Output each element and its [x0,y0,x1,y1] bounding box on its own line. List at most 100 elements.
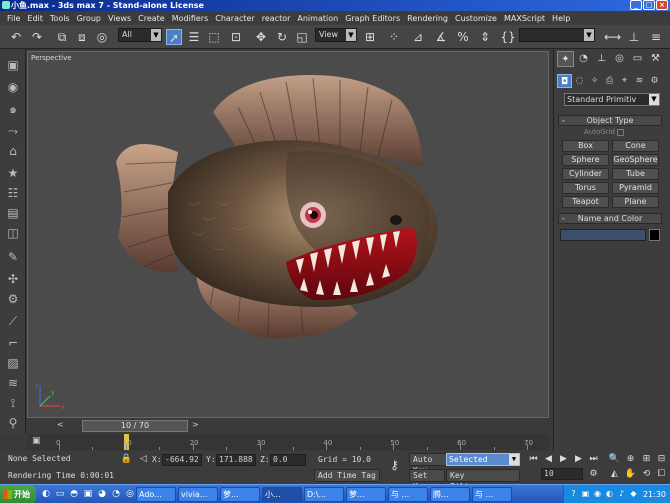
geometry-icon[interactable]: ◘ [557,74,572,88]
utilities-tab-icon[interactable]: ⚒ [647,51,664,67]
time-slider[interactable]: < 10 / 70 > [27,419,549,433]
swirl-tool-icon[interactable]: ๑ [5,101,21,117]
transform-mode-icon[interactable]: ◁ [137,453,150,465]
start-button[interactable]: 开始 [0,485,36,503]
bend-tool-icon[interactable]: ⤳ [5,123,21,139]
hammer-tool-icon[interactable]: ⌐ [5,335,21,351]
rectangular-selection-icon[interactable]: ⬚ [206,29,222,45]
zoom-all-icon[interactable]: ⊕ [624,453,637,465]
redo-icon[interactable]: ↷ [29,29,45,45]
menu-animation[interactable]: Animation [294,14,342,23]
menu-rendering[interactable]: Rendering [404,14,452,23]
close-button[interactable]: × [656,0,668,10]
menu-edit[interactable]: Edit [24,14,47,23]
create-tab-icon[interactable]: ✦ [557,51,574,67]
bind-space-warp-icon[interactable]: ◎ [94,29,110,45]
tray-antivirus-icon[interactable]: ◉ [593,489,602,499]
display-tab-icon[interactable]: ▭ [629,51,646,67]
task-button-6[interactable]: 与 ... [388,487,428,502]
maximize-button[interactable]: □ [643,0,655,10]
modify-tab-icon[interactable]: ◔ [575,51,592,67]
go-to-start-icon[interactable]: ⏮ [527,453,540,465]
menu-graph-editors[interactable]: Graph Editors [342,14,404,23]
menu-modifiers[interactable]: Modifiers [169,14,213,23]
spinner-snap-icon[interactable]: ⇕ [477,29,493,45]
menu-create[interactable]: Create [135,14,169,23]
object-name-field[interactable] [560,229,646,241]
percent-snap-icon[interactable]: % [455,29,471,45]
lights-icon[interactable]: ✧ [587,74,602,88]
task-button-3[interactable]: 小... [262,487,302,502]
time-slider-prev[interactable]: < [57,420,67,432]
key-filters-button[interactable]: Key Filters... [446,469,520,491]
task-button-8[interactable]: 与 ... [472,487,512,502]
teapot-button[interactable]: Teapot [562,196,609,208]
cameras-icon[interactable]: ⎙ [602,74,617,88]
add-time-tag-button[interactable]: Add Time Tag [314,469,380,482]
scale-icon[interactable]: ◱ [294,29,310,45]
hierarchy-tab-icon[interactable]: ⊥ [593,51,610,67]
previous-frame-icon[interactable]: ◀ [542,453,555,465]
lattice-tool-icon[interactable]: ✣ [5,271,21,287]
x-coordinate-field[interactable]: -664.92 [162,454,202,466]
key-mode-dropdown[interactable]: Selected ▼ [446,453,520,466]
zoom-extents-all-icon[interactable]: ⊟ [655,453,668,465]
name-color-rollout-header[interactable]: - Name and Color [558,213,662,224]
cone-button[interactable]: Cone [612,140,659,152]
unlink-icon[interactable]: ⧈ [74,29,90,45]
tube-button[interactable]: Tube [612,168,659,180]
select-by-name-icon[interactable]: ☰ [186,29,202,45]
task-button-0[interactable]: Ado... [136,487,176,502]
key-icon[interactable]: ⚷ [388,459,401,471]
rotate-icon[interactable]: ↻ [274,29,290,45]
menu-group[interactable]: Group [74,14,105,23]
modifier-tool-icon[interactable]: ▣ [5,57,21,73]
quicklaunch-app2-icon[interactable]: ◕ [96,488,108,500]
arc-rotate-icon[interactable]: ⟲ [640,468,653,480]
z-coordinate-field[interactable]: 0.0 [270,454,306,466]
object-type-rollout-header[interactable]: - Object Type [558,115,662,126]
next-frame-icon[interactable]: ▶ [572,453,585,465]
go-to-end-icon[interactable]: ⏭ [587,453,600,465]
star-tool-icon[interactable]: ★ [5,165,21,181]
autogrid-checkbox[interactable]: AutoGrid [584,128,624,136]
motion-tab-icon[interactable]: ◎ [611,51,628,67]
snap-toggle-icon[interactable]: ⊿ [410,29,426,45]
undo-icon[interactable]: ↶ [8,29,24,45]
bone-tool-icon[interactable]: ⚲ [5,415,21,431]
stretch-tool-icon[interactable]: ⟟ [5,395,21,411]
cloth-tool-icon[interactable]: ▨ [5,355,21,371]
tray-help-icon[interactable]: ? [569,489,578,499]
torus-button[interactable]: Torus [562,182,609,194]
angle-snap-icon[interactable]: ∡ [433,29,449,45]
layer-manager-icon[interactable]: ≡ [648,29,664,45]
primitive-category-dropdown[interactable]: Standard Primitiv ▼ [564,93,660,106]
reference-coordinate-dropdown[interactable]: View ▼ [315,28,357,42]
time-config-icon[interactable]: ⚙ [587,468,600,480]
shapes-icon[interactable]: ◌ [572,74,587,88]
cylinder-button[interactable]: Cylinder [562,168,609,180]
wrench-tool-icon[interactable]: ✎ [5,249,21,265]
y-coordinate-field[interactable]: 171.888 [216,454,256,466]
mirror-icon[interactable]: ⟷ [604,29,621,45]
quicklaunch-app4-icon[interactable]: ◎ [124,488,136,500]
pyramid-button[interactable]: Pyramid [612,182,659,194]
brush-tool-icon[interactable]: ⟋ [5,313,21,329]
box-button[interactable]: Box [562,140,609,152]
tray-messenger-icon[interactable]: ◐ [605,489,614,499]
play-icon[interactable]: ▶ [557,453,570,465]
wave-tool-icon[interactable]: ≋ [5,375,21,391]
auto-key-button[interactable]: Auto Key [409,453,447,475]
plane-button[interactable]: Plane [612,196,659,208]
time-slider-thumb[interactable]: 10 / 70 [82,420,188,432]
fish-model[interactable] [28,52,548,417]
lock-icon[interactable]: 🔒 [120,453,133,465]
tray-volume-icon[interactable]: ♪ [617,489,626,499]
quicklaunch-browser-icon[interactable]: ◐ [40,488,52,500]
select-link-icon[interactable]: ⧉ [54,29,70,45]
menu-character[interactable]: Character [212,14,259,23]
track-bar[interactable]: ▣ 0 10 20 30 40 50 60 70 [27,434,549,450]
minimize-button[interactable]: _ [630,0,642,10]
menu-tools[interactable]: Tools [47,14,74,23]
zoom-extents-icon[interactable]: ⊞ [640,453,653,465]
